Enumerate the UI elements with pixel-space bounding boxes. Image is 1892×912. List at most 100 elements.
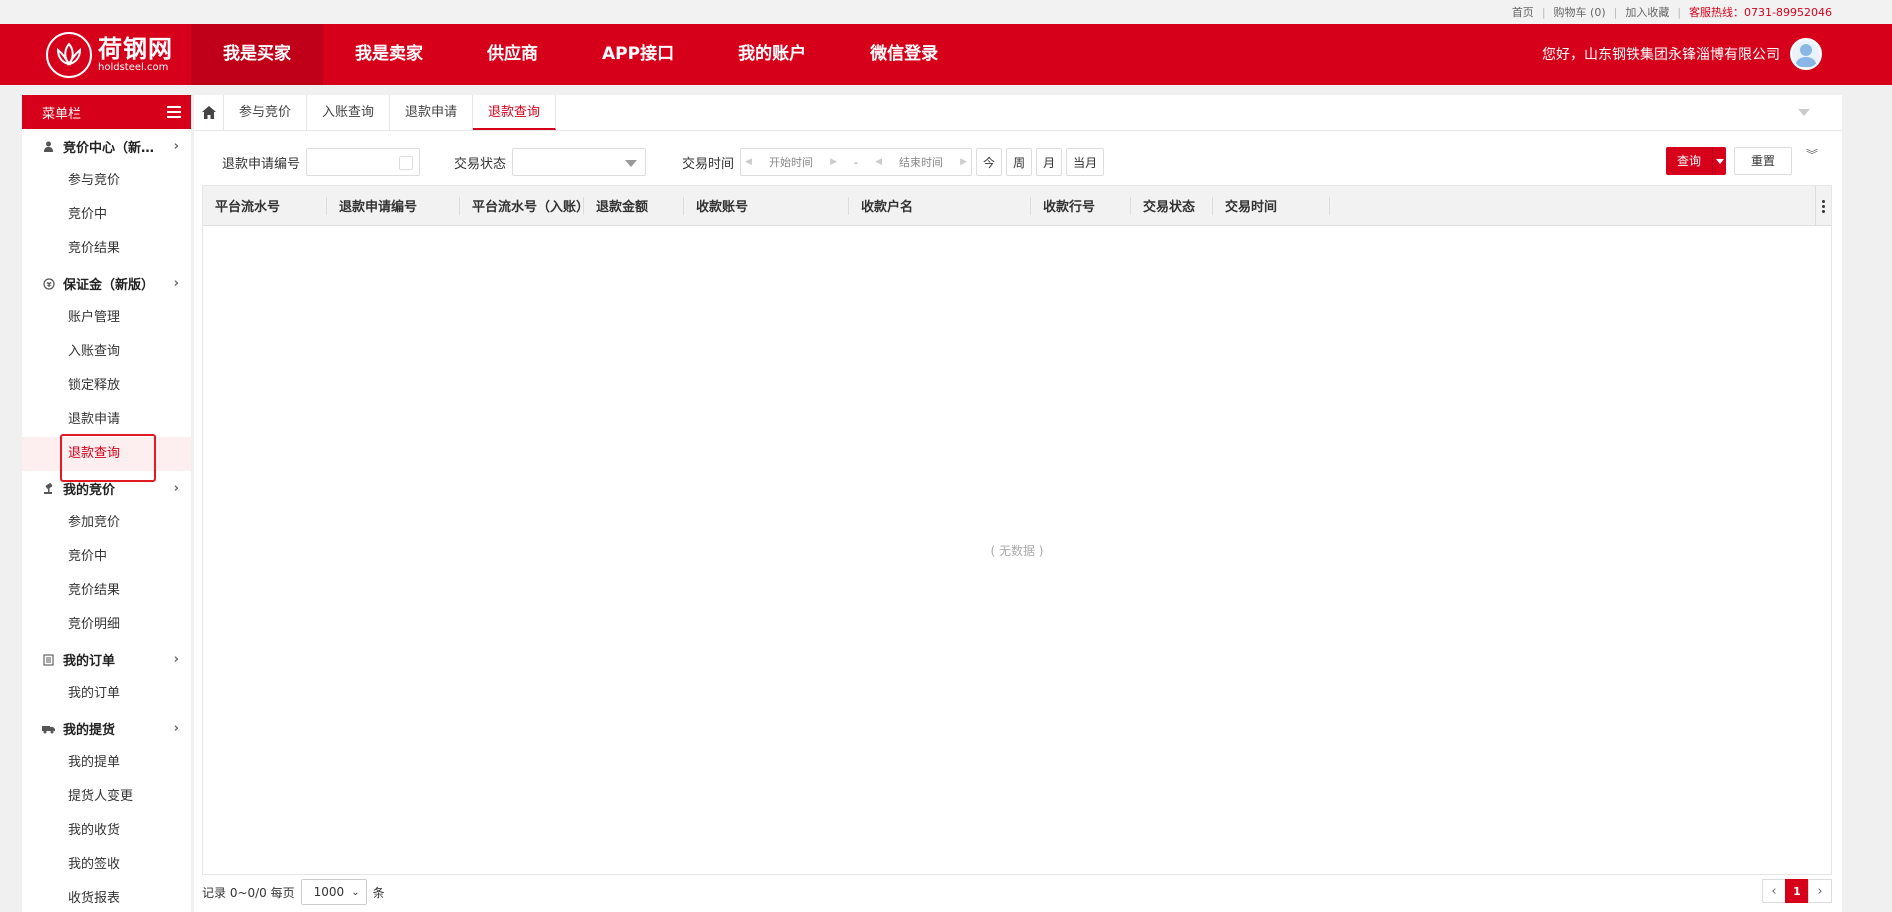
divider: | xyxy=(1677,5,1682,19)
home-icon xyxy=(201,106,216,119)
pagination-bar: 记录 0~0/0 每页 1000 ⌄ 条 ‹ 1 › xyxy=(202,877,1832,907)
sidebar-item-my-bidding-ongoing[interactable]: 竞价中 xyxy=(22,540,191,574)
sidebar-group-my-pickup[interactable]: 我的提货 › xyxy=(22,711,191,746)
site-logo[interactable]: 荷钢网 holdsteel.com xyxy=(46,32,173,78)
sidebar-item-my-signoff[interactable]: 我的签收 xyxy=(22,848,191,882)
cart-link[interactable]: 购物车 (0) xyxy=(1554,4,1606,20)
chevron-down-icon: ⌄ xyxy=(351,886,360,898)
nav-app-api[interactable]: APP接口 xyxy=(570,24,706,85)
current-page-button[interactable]: 1 xyxy=(1785,879,1809,903)
range-separator: - xyxy=(854,155,859,169)
page-size-select[interactable]: 1000 ⌄ xyxy=(300,879,367,905)
nav-buyer[interactable]: 我是买家 xyxy=(191,24,323,85)
quick-month-button[interactable]: 月 xyxy=(1036,148,1063,176)
nav-wechat-login[interactable]: 微信登录 xyxy=(838,24,970,85)
pager: ‹ 1 › xyxy=(1762,879,1832,903)
sidebar-group-bidding-center[interactable]: 竞价中心（新… › xyxy=(22,129,191,164)
page-size-value: 1000 xyxy=(313,885,345,899)
page-tabs: 参与竞价 入账查询 退款申请 退款查询 xyxy=(194,95,1842,131)
tab-join-bidding[interactable]: 参与竞价 xyxy=(224,95,308,130)
chevron-right-icon: › xyxy=(173,139,179,154)
date-range-picker[interactable]: ◀ 开始时间 ▶ - ◀ 结束时间 ▶ xyxy=(740,148,973,176)
quick-today-button[interactable]: 今 xyxy=(976,148,1003,176)
tab-deposit-query[interactable]: 入账查询 xyxy=(307,95,391,130)
add-favorite-link[interactable]: 加入收藏 xyxy=(1625,4,1669,20)
sidebar-header: 菜单栏 xyxy=(22,95,191,129)
sidebar-item-join-bidding[interactable]: 参与竞价 xyxy=(22,164,191,198)
sidebar-item-bidding[interactable]: 竞价中 xyxy=(22,198,191,232)
sidebar-item-pickup-person-change[interactable]: 提货人变更 xyxy=(22,780,191,814)
sidebar-item-account-management[interactable]: 账户管理 xyxy=(22,301,191,335)
records-info: 记录 0~0/0 每页 xyxy=(202,885,295,900)
refund-no-input[interactable] xyxy=(306,148,421,176)
home-tab[interactable] xyxy=(194,95,224,130)
user-icon xyxy=(42,141,55,152)
user-avatar-icon xyxy=(1795,44,1817,67)
auction-hammer-icon xyxy=(42,482,55,495)
input-clear-icon xyxy=(399,156,414,170)
time-label: 交易时间 xyxy=(682,156,735,172)
sidebar-item-bidding-detail[interactable]: 竞价明细 xyxy=(22,608,191,642)
main-content: 参与竞价 入账查询 退款申请 退款查询 退款申请编号 交易状态 交易时间 ◀ 开… xyxy=(194,95,1842,912)
top-links: 首页 | 购物车 (0) | 加入收藏 | 客服热线：0731-89952046 xyxy=(1512,4,1832,20)
sidebar-group-deposit[interactable]: ¥ 保证金（新版） › xyxy=(22,266,191,301)
triangle-right-icon: ▶ xyxy=(960,157,967,167)
sidebar-item-deposit-query[interactable]: 入账查询 xyxy=(22,335,191,369)
money-circle-icon: ¥ xyxy=(42,277,55,290)
tab-refund-query[interactable]: 退款查询 xyxy=(473,95,557,130)
brand-name: 荷钢网 xyxy=(98,34,173,63)
sidebar-item-participate-bidding[interactable]: 参加竞价 xyxy=(22,506,191,540)
tab-refund-apply[interactable]: 退款申请 xyxy=(390,95,474,130)
home-link[interactable]: 首页 xyxy=(1512,4,1534,20)
end-date-input[interactable]: 结束时间 xyxy=(899,154,943,170)
chevron-down-icon xyxy=(625,160,638,167)
sidebar-item-my-receipt[interactable]: 我的收货 xyxy=(22,814,191,848)
divider: | xyxy=(1613,5,1618,19)
search-dropdown-button[interactable] xyxy=(1712,147,1727,175)
user-greeting[interactable]: 您好，山东钢铁集团永锋淄博有限公司 xyxy=(1542,44,1780,64)
filter-bar: 退款申请编号 交易状态 交易时间 ◀ 开始时间 ▶ - ◀ 结束时间 ▶ 今 周… xyxy=(202,147,1832,177)
truck-icon xyxy=(42,724,55,734)
start-date-input[interactable]: 开始时间 xyxy=(769,154,813,170)
hotline-text: 客服热线：0731-89952046 xyxy=(1689,6,1832,19)
quick-week-button[interactable]: 周 xyxy=(1006,148,1033,176)
nav-my-account[interactable]: 我的账户 xyxy=(706,24,838,85)
nav-supplier[interactable]: 供应商 xyxy=(455,24,570,85)
empty-message: ( 无数据 ) xyxy=(990,543,1044,558)
expand-filters-icon[interactable]: ︾ xyxy=(1806,149,1818,161)
sidebar-item-refund-apply[interactable]: 退款申请 xyxy=(22,403,191,437)
sidebar-title: 菜单栏 xyxy=(42,106,82,122)
lotus-logo-icon xyxy=(46,32,92,78)
avatar[interactable] xyxy=(1790,38,1822,70)
sidebar-item-receipt-report[interactable]: 收货报表 xyxy=(22,882,191,912)
status-select[interactable] xyxy=(512,148,647,176)
sidebar-group-label: 竞价中心（新… xyxy=(63,141,155,156)
chevron-right-icon: › xyxy=(173,481,179,496)
sidebar-group-label: 我的提货 xyxy=(63,723,116,738)
chevron-right-icon: › xyxy=(173,276,179,291)
caret-down-icon xyxy=(1715,158,1724,164)
document-icon xyxy=(42,653,55,666)
reset-button[interactable]: 重置 xyxy=(1734,147,1793,175)
prev-page-button[interactable]: ‹ xyxy=(1762,879,1786,903)
quick-current-month-button[interactable]: 当月 xyxy=(1066,148,1105,176)
sidebar-item-bidding-result[interactable]: 竞价结果 xyxy=(22,232,191,266)
page-size-unit: 条 xyxy=(372,885,385,900)
sidebar-item-my-bill[interactable]: 我的提单 xyxy=(22,746,191,780)
tabs-dropdown-icon[interactable] xyxy=(1798,109,1810,116)
main-nav: 我是买家 我是卖家 供应商 APP接口 我的账户 微信登录 xyxy=(191,24,970,85)
menu-toggle-icon[interactable] xyxy=(167,106,181,118)
sidebar-item-my-order[interactable]: 我的订单 xyxy=(22,677,191,711)
search-button[interactable]: 查询 xyxy=(1666,147,1713,175)
sidebar-item-refund-query[interactable]: 退款查询 xyxy=(22,434,191,482)
divider: | xyxy=(1541,5,1546,19)
triangle-right-icon: ▶ xyxy=(830,157,837,167)
triangle-left-icon: ◀ xyxy=(875,157,882,167)
nav-seller[interactable]: 我是卖家 xyxy=(323,24,455,85)
sidebar-group-label: 我的订单 xyxy=(63,654,116,669)
sidebar-item-lock-release[interactable]: 锁定释放 xyxy=(22,369,191,403)
next-page-button[interactable]: › xyxy=(1808,879,1832,903)
sidebar-item-my-bidding-result[interactable]: 竞价结果 xyxy=(22,574,191,608)
triangle-left-icon: ◀ xyxy=(745,157,752,167)
sidebar-group-my-orders[interactable]: 我的订单 › xyxy=(22,642,191,677)
